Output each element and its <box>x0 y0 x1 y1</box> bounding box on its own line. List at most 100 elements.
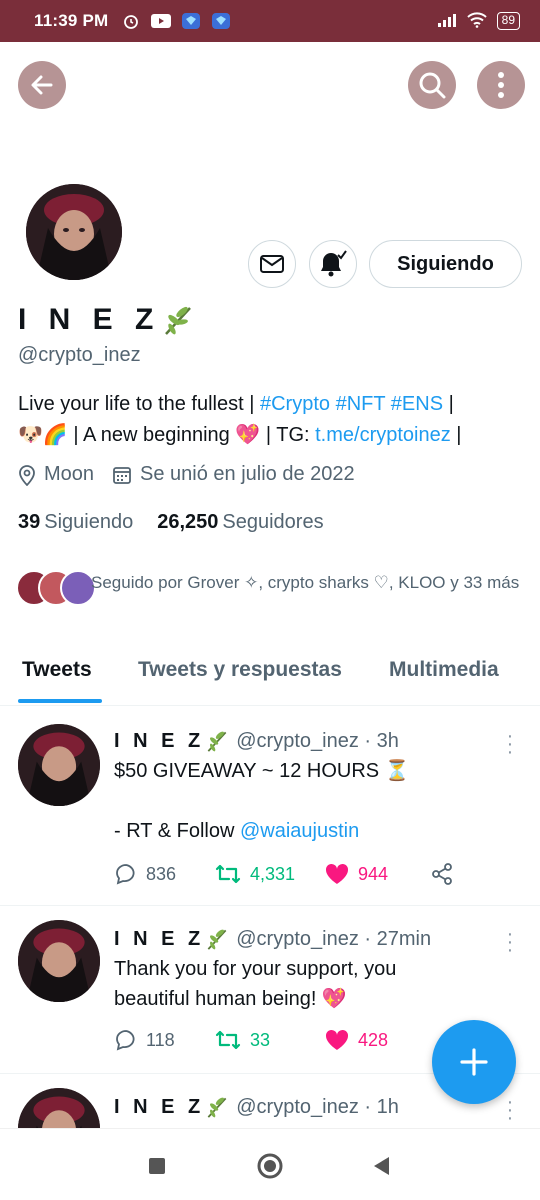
retweet-count: 33 <box>250 1029 271 1050</box>
system-navigation-bar <box>0 1128 540 1200</box>
followers-label: Seguidores <box>222 511 324 533</box>
retweet-button[interactable]: 4,331 <box>214 862 324 886</box>
tweet-line: - RT & Follow @waiaujustin <box>114 816 514 846</box>
tweet-handle: @crypto_inez <box>236 729 359 752</box>
location-pin-icon <box>19 464 35 486</box>
profile-bio: Live your life to the fullest | #Crypto … <box>18 389 528 451</box>
tweet-more-icon[interactable]: · · · <box>502 1092 518 1128</box>
tweet-line: beautiful human being! 💖 <box>114 988 347 1010</box>
telegram-link[interactable]: t.me/cryptoinez <box>315 424 451 446</box>
more-options-button[interactable] <box>477 61 525 109</box>
message-button[interactable] <box>248 240 296 288</box>
tab-media[interactable]: Multimedia <box>389 658 499 682</box>
follow-counts: 39 Siguiendo 26,250 Seguidores <box>18 511 324 534</box>
joined-text: Se unió en julio de 2022 <box>140 463 355 485</box>
following-label: Siguiendo <box>44 511 134 533</box>
reply-count: 118 <box>146 1029 175 1050</box>
reply-icon <box>116 864 135 885</box>
tweet-line-text: - RT & Follow <box>114 820 240 842</box>
bio-text: Live your life to the fullest | <box>18 393 260 415</box>
tweet-avatar[interactable] <box>18 1088 100 1128</box>
profile-handle: @crypto_inez <box>18 344 141 366</box>
hashtag-crypto-link[interactable]: #Crypto <box>260 393 330 415</box>
bio-text-2: | A new beginning <box>67 424 236 446</box>
youtube-icon <box>150 12 172 30</box>
circle-home-icon <box>257 1153 283 1179</box>
share-button[interactable] <box>430 862 454 886</box>
hashtag-ens-link[interactable]: #ENS <box>391 393 443 415</box>
like-button[interactable]: 944 <box>324 862 430 886</box>
leaf-emoji-icon <box>165 306 192 335</box>
notifications-button[interactable] <box>309 240 357 288</box>
bio-emoji-dog-rainbow: 🐶🌈 <box>18 424 68 446</box>
square-icon <box>149 1158 165 1174</box>
tweet-time: · 3h <box>364 729 399 752</box>
envelope-icon <box>260 255 284 273</box>
compose-tweet-button[interactable] <box>432 1020 516 1104</box>
tweet-header: I N E Z @crypto_inez · 1h <box>114 1094 399 1120</box>
tweet-header: I N E Z @crypto_inez · 27min <box>114 926 431 952</box>
bell-check-icon <box>321 250 347 277</box>
plus-icon <box>460 1048 488 1076</box>
leaf-emoji-icon <box>207 1097 227 1118</box>
tweet-more-icon[interactable]: · · · <box>502 924 518 960</box>
vertical-dots-icon <box>498 72 504 98</box>
display-name-text: I N E Z <box>18 303 161 336</box>
signal-icon <box>437 13 457 30</box>
alarm-icon <box>120 12 142 30</box>
reply-button[interactable]: 118 <box>114 1028 214 1052</box>
mention-link[interactable]: @waiaujustin <box>240 820 359 842</box>
location-item: Moon <box>18 463 94 486</box>
tweet-time: · 27min <box>364 927 432 950</box>
followed-by-text[interactable]: Seguido por Grover ✧, crypto sharks ♡, K… <box>91 570 521 596</box>
tweet-text: Thank you for your support, you beautifu… <box>114 954 514 1014</box>
tweet-line: $50 GIVEAWAY ~ 12 HOURS ⏳ <box>114 760 410 782</box>
tweet-avatar[interactable] <box>18 724 100 806</box>
search-button[interactable] <box>408 61 456 109</box>
retweet-button[interactable]: 33 <box>214 1028 324 1052</box>
tweet-item[interactable]: I N E Z @crypto_inez · 3h · · · $50 GIVEAW… <box>0 706 540 906</box>
tweet-header: I N E Z @crypto_inez · 3h <box>114 728 399 754</box>
followed-by-avatars[interactable] <box>16 570 96 606</box>
recent-apps-button[interactable] <box>140 1149 174 1183</box>
game-icon <box>180 12 202 30</box>
triangle-back-icon <box>374 1157 389 1175</box>
status-bar: 11:39 PM 89 <box>0 0 540 42</box>
hashtag-nft-link[interactable]: #NFT <box>336 393 386 415</box>
retweet-icon <box>215 1030 241 1050</box>
bio-separator: | <box>443 393 454 415</box>
tweet-author-name: I N E Z <box>114 728 230 754</box>
profile-display-name: I N E Z <box>18 302 196 338</box>
profile-avatar[interactable] <box>22 180 126 284</box>
game-icon <box>210 12 232 30</box>
tweet-actions: 118 33 428 <box>114 1028 430 1052</box>
wifi-icon <box>466 11 487 31</box>
followers-count: 26,250 <box>157 511 219 533</box>
author-name-text: I N E Z <box>114 927 205 950</box>
search-icon <box>419 72 446 99</box>
heart-filled-icon <box>325 863 349 884</box>
back-button[interactable] <box>18 61 66 109</box>
tweet-handle: @crypto_inez <box>236 927 359 950</box>
heart-filled-icon <box>325 1029 349 1050</box>
tweet-time: · 1h <box>364 1095 399 1118</box>
following-button[interactable]: Siguiendo <box>369 240 522 288</box>
followers-count-link[interactable]: 26,250 Seguidores <box>157 511 323 534</box>
reply-icon <box>116 1030 135 1051</box>
following-count: 39 <box>18 511 41 533</box>
tab-tweets[interactable]: Tweets <box>22 658 92 682</box>
author-name-text: I N E Z <box>114 729 205 752</box>
leaf-emoji-icon <box>207 929 227 950</box>
status-time: 11:39 PM <box>34 11 109 30</box>
system-back-button[interactable] <box>364 1149 398 1183</box>
retweet-icon <box>215 864 241 884</box>
like-count: 428 <box>358 1029 389 1050</box>
following-count-link[interactable]: 39 Siguiendo <box>18 511 133 534</box>
home-button[interactable] <box>253 1149 287 1183</box>
reply-count: 836 <box>146 863 177 884</box>
tweet-avatar[interactable] <box>18 920 100 1002</box>
reply-button[interactable]: 836 <box>114 862 214 886</box>
tweet-more-icon[interactable]: · · · <box>502 726 518 762</box>
like-button[interactable]: 428 <box>324 1028 430 1052</box>
tab-tweets-replies[interactable]: Tweets y respuestas <box>138 658 342 682</box>
